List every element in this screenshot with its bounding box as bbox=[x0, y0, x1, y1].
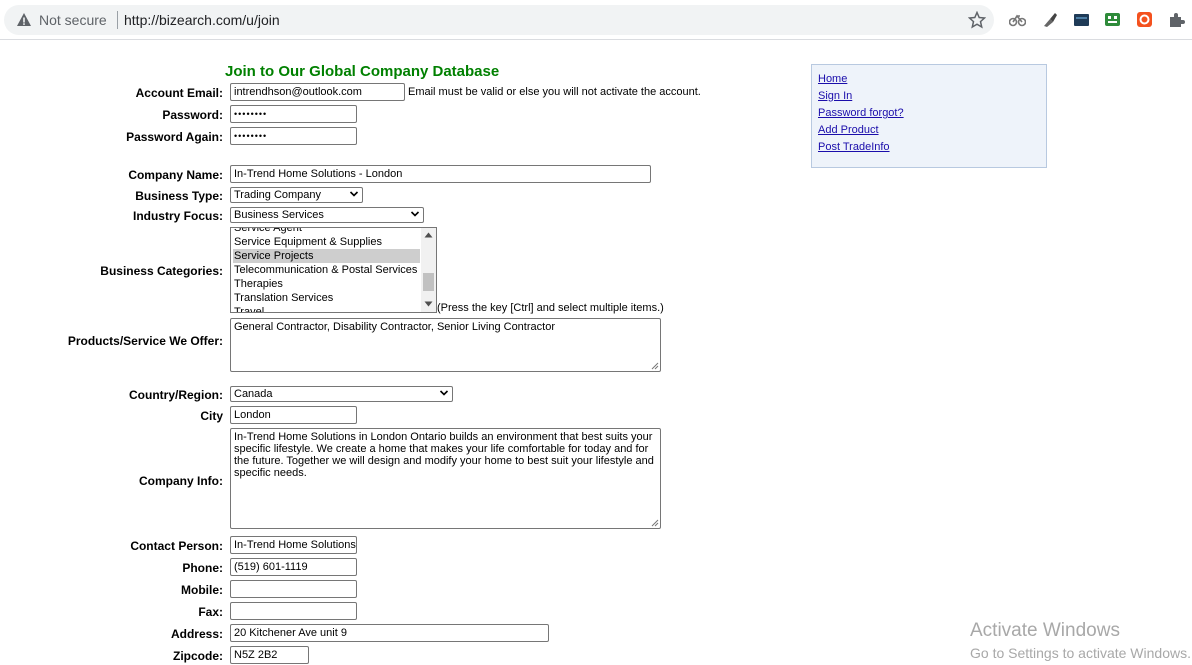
omnibox-divider bbox=[117, 11, 118, 29]
activation-watermark-subtitle: Go to Settings to activate Windows. bbox=[970, 645, 1191, 661]
extension-folder-icon[interactable] bbox=[1073, 11, 1090, 28]
chevron-down-icon bbox=[439, 390, 449, 396]
list-item[interactable]: Service Equipment & Supplies bbox=[233, 235, 420, 249]
phone-input[interactable]: (519) 601-1119 bbox=[230, 558, 357, 576]
multi-select-hint: (Press the key [Ctrl] and select multipl… bbox=[437, 302, 664, 314]
contact-person-input[interactable]: In-Trend Home Solutions bbox=[230, 536, 357, 554]
sidebar-link-password-forgot[interactable]: Password forgot? bbox=[818, 107, 904, 120]
company-info-label: Company Info: bbox=[139, 474, 223, 488]
products-label: Products/Service We Offer: bbox=[67, 334, 223, 348]
business-type-label: Business Type: bbox=[135, 189, 223, 203]
scroll-thumb[interactable] bbox=[423, 273, 434, 291]
company-name-input[interactable]: In-Trend Home Solutions - London bbox=[230, 165, 651, 183]
business-type-value: Trading Company bbox=[234, 189, 322, 201]
email-validity-note: Email must be valid or else you will not… bbox=[408, 86, 701, 98]
password-input[interactable]: •••••••• bbox=[230, 105, 357, 123]
mobile-label: Mobile: bbox=[181, 583, 223, 597]
country-value: Canada bbox=[234, 388, 273, 400]
bookmark-star-icon[interactable] bbox=[968, 11, 986, 29]
security-label[interactable]: Not secure bbox=[39, 12, 107, 28]
zipcode-input[interactable]: N5Z 2B2 bbox=[230, 646, 309, 664]
phone-label: Phone: bbox=[182, 561, 223, 575]
list-item[interactable]: Telecommunication & Postal Services bbox=[233, 263, 420, 277]
extension-bike-icon[interactable] bbox=[1009, 11, 1026, 28]
scroll-down-arrow-icon[interactable] bbox=[424, 301, 433, 307]
city-input[interactable]: London bbox=[230, 406, 357, 424]
products-textarea[interactable]: General Contractor, Disability Contracto… bbox=[230, 318, 661, 372]
company-name-label: Company Name: bbox=[128, 168, 223, 182]
listbox-scrollbar[interactable] bbox=[421, 228, 436, 312]
account-email-label: Account Email: bbox=[135, 86, 223, 100]
company-info-text: In-Trend Home Solutions in London Ontari… bbox=[234, 431, 654, 479]
account-email-input[interactable]: intrendhson@outlook.com bbox=[230, 83, 405, 101]
password-again-label: Password Again: bbox=[126, 130, 223, 144]
company-info-textarea[interactable]: In-Trend Home Solutions in London Ontari… bbox=[230, 428, 661, 529]
list-item[interactable]: Travel bbox=[233, 305, 420, 312]
industry-focus-label: Industry Focus: bbox=[132, 209, 223, 223]
password-again-input[interactable]: •••••••• bbox=[230, 127, 357, 145]
address-input[interactable]: 20 Kitchener Ave unit 9 bbox=[230, 624, 549, 642]
city-label: City bbox=[200, 409, 223, 423]
activation-watermark-title: Activate Windows bbox=[970, 620, 1120, 641]
fax-input[interactable] bbox=[230, 602, 357, 620]
business-type-select[interactable]: Trading Company bbox=[230, 187, 363, 203]
products-text: General Contractor, Disability Contracto… bbox=[234, 321, 555, 333]
industry-focus-value: Business Services bbox=[234, 209, 324, 221]
mobile-input[interactable] bbox=[230, 580, 357, 598]
business-categories-label: Business Categories: bbox=[100, 264, 223, 278]
extension-brush-icon[interactable] bbox=[1041, 11, 1058, 28]
browser-toolbar: Not secure http://bizearch.com/u/join bbox=[0, 0, 1192, 40]
sidebar-links-panel: Home Sign In Password forgot? Add Produc… bbox=[811, 64, 1047, 168]
sidebar-link-home[interactable]: Home bbox=[818, 73, 847, 86]
sidebar-link-add-product[interactable]: Add Product bbox=[818, 124, 879, 137]
fax-label: Fax: bbox=[198, 605, 223, 619]
sidebar-link-post-tradeinfo[interactable]: Post TradeInfo bbox=[818, 141, 890, 154]
list-item-selected[interactable]: Service Projects bbox=[233, 249, 420, 263]
extensions-puzzle-icon[interactable] bbox=[1168, 11, 1185, 28]
sidebar-link-sign-in[interactable]: Sign In bbox=[818, 90, 852, 103]
country-select[interactable]: Canada bbox=[230, 386, 453, 402]
industry-focus-select[interactable]: Business Services bbox=[230, 207, 424, 223]
list-item[interactable]: Therapies bbox=[233, 277, 420, 291]
zipcode-label: Zipcode: bbox=[173, 649, 223, 663]
resize-grip-icon[interactable] bbox=[651, 362, 659, 370]
url-text[interactable]: http://bizearch.com/u/join bbox=[124, 12, 280, 28]
page-title: Join to Our Global Company Database bbox=[225, 63, 500, 80]
list-item[interactable]: Service Agent bbox=[233, 228, 420, 235]
chevron-down-icon bbox=[410, 211, 420, 217]
contact-person-label: Contact Person: bbox=[130, 539, 223, 553]
country-label: Country/Region: bbox=[129, 388, 223, 402]
business-categories-listbox[interactable]: Service Agent Service Equipment & Suppli… bbox=[230, 227, 437, 313]
warning-icon[interactable] bbox=[16, 12, 32, 28]
address-bar[interactable]: Not secure http://bizearch.com/u/join bbox=[4, 5, 994, 35]
extension-orange-icon[interactable] bbox=[1136, 11, 1153, 28]
password-label: Password: bbox=[162, 108, 223, 122]
resize-grip-icon[interactable] bbox=[651, 519, 659, 527]
list-item[interactable]: Translation Services bbox=[233, 291, 420, 305]
address-label: Address: bbox=[170, 627, 223, 641]
chevron-down-icon bbox=[349, 191, 359, 197]
scroll-up-arrow-icon[interactable] bbox=[424, 232, 433, 238]
extension-robot-icon[interactable] bbox=[1104, 11, 1121, 28]
